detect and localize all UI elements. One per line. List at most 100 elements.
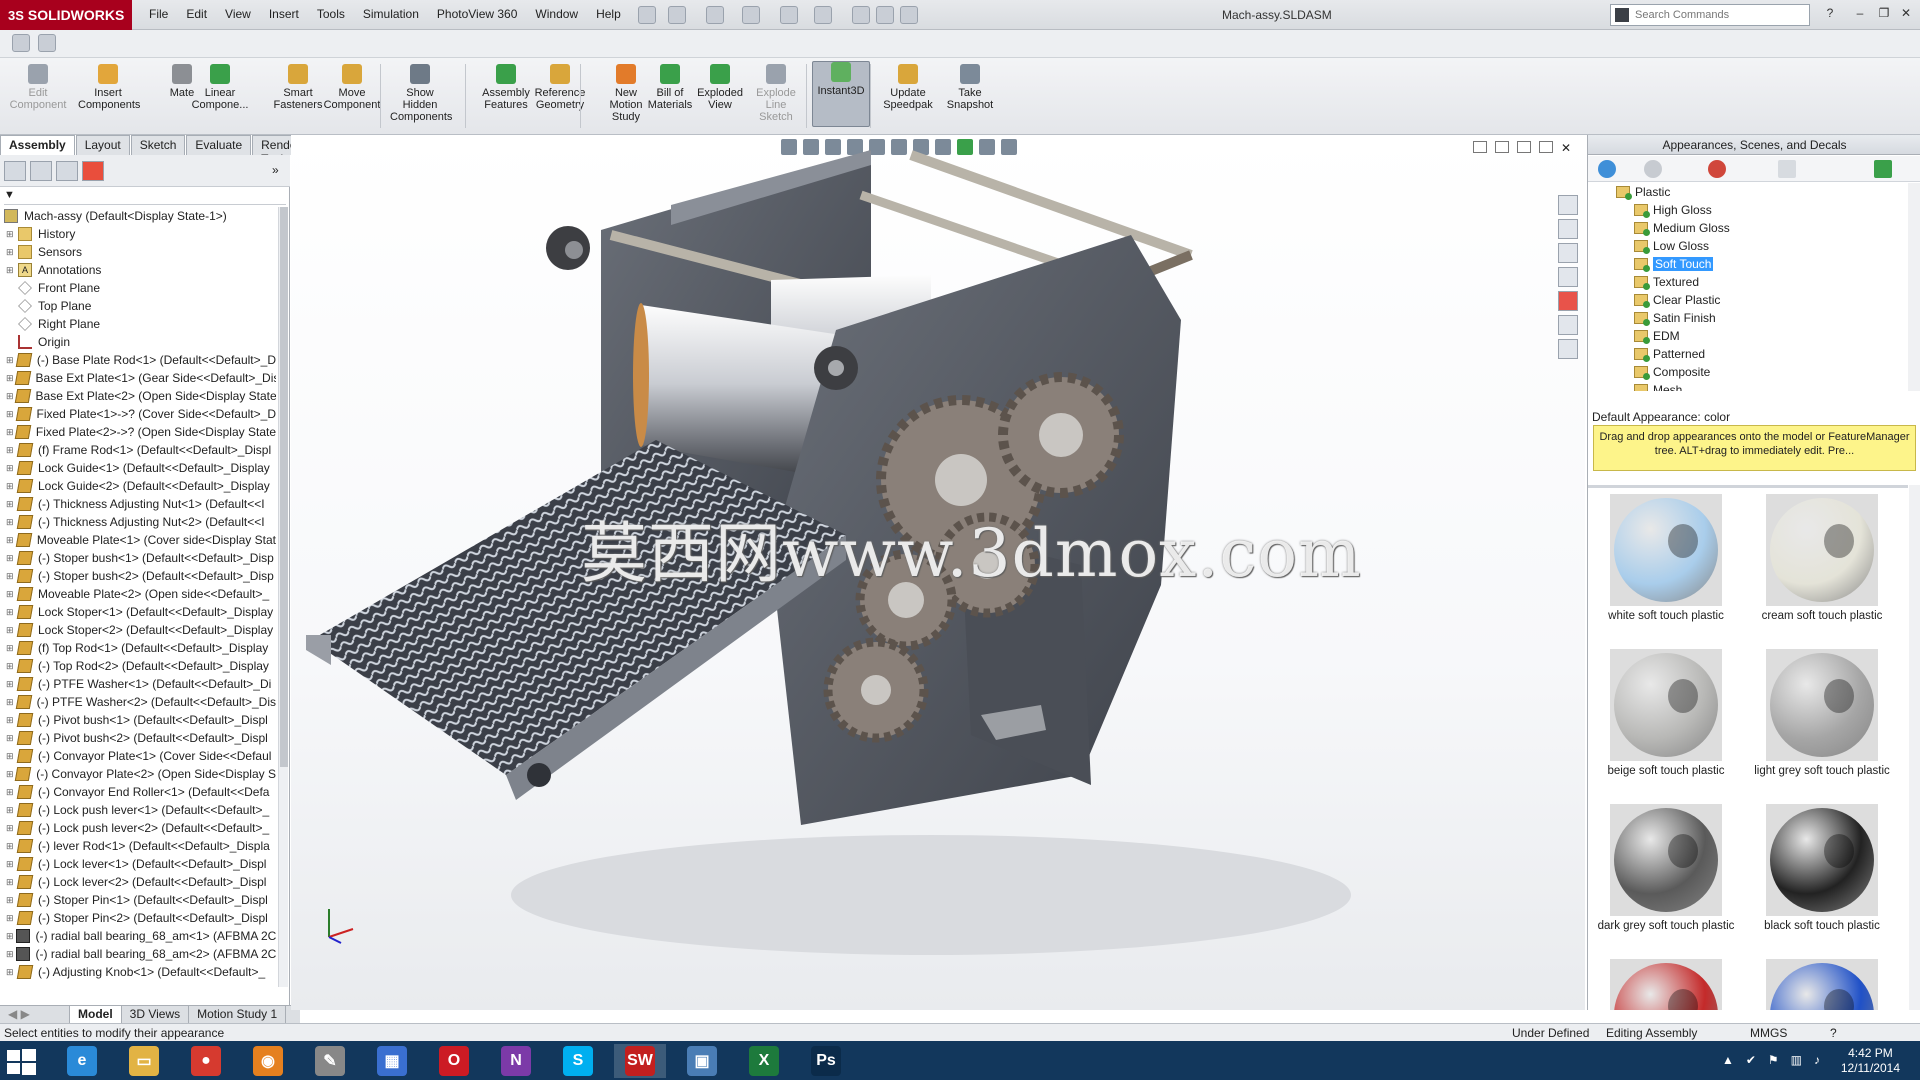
expand-icon[interactable]: ⊞ — [6, 859, 16, 869]
design-library-icon[interactable] — [1558, 219, 1578, 239]
tree-item[interactable]: Front Plane — [0, 279, 276, 297]
close-button[interactable]: ✕ — [1898, 6, 1914, 22]
appearances-filter-icon[interactable] — [1708, 160, 1726, 178]
appearance-swatch[interactable]: beige soft touch plastic — [1591, 643, 1741, 793]
tree-item[interactable]: ⊞ (-) Stoper Pin<2> (Default<<Default>_Di… — [0, 909, 276, 927]
tree-filter[interactable]: ▼ — [4, 189, 286, 205]
tab-3d-views[interactable]: 3D Views — [122, 1006, 190, 1023]
security-icon[interactable]: ✔ — [1746, 1053, 1756, 1067]
menu-file[interactable]: File — [140, 5, 177, 23]
custom-properties-icon[interactable] — [1558, 315, 1578, 335]
expand-icon[interactable]: ⊞ — [6, 553, 16, 563]
select-icon[interactable] — [814, 6, 832, 24]
tree-item[interactable]: ⊞ (-) Adjusting Knob<1> (Default<<Default… — [0, 963, 276, 981]
opera-taskbar-button[interactable]: O — [428, 1044, 480, 1078]
tree-item[interactable]: ⊞ (-) Pivot bush<2> (Default<<Default>_Di… — [0, 729, 276, 747]
tree-item[interactable]: ⊞ (-) radial ball bearing_68_am<2> (AFBMA… — [0, 945, 276, 963]
appearance-swatch[interactable]: light grey soft touch plastic — [1747, 643, 1897, 793]
tree-item[interactable]: Top Plane — [0, 297, 276, 315]
expand-icon[interactable]: ⊞ — [6, 499, 16, 509]
expand-icon[interactable]: ⊞ — [6, 931, 14, 941]
tree-item[interactable]: ⊞ (-) lever Rod<1> (Default<<Default>_Dis… — [0, 837, 276, 855]
expand-icon[interactable]: ⊞ — [6, 571, 16, 581]
expand-icon[interactable]: ⊞ — [6, 481, 16, 491]
back-icon[interactable] — [1598, 160, 1616, 178]
appearance-swatch[interactable] — [1591, 953, 1741, 1010]
units-selector[interactable]: MMGS — [1750, 1026, 1787, 1040]
expand-icon[interactable]: ⊞ — [6, 265, 16, 275]
tree-item[interactable]: ⊞ (f) Top Rod<1> (Default<<Default>_Displ… — [0, 639, 276, 657]
tab-assembly[interactable]: Assembly — [0, 135, 75, 155]
scrollbar-thumb[interactable] — [280, 207, 288, 767]
tree-item[interactable]: ⊞ (-) Convayor Plate<1> (Cover Side<<Defa… — [0, 747, 276, 765]
tree-item-low-gloss[interactable]: Low Gloss — [1588, 237, 1908, 255]
refresh-icon[interactable] — [1874, 160, 1892, 178]
assembly-toolbar-icon[interactable] — [12, 34, 30, 52]
tree-item-high-gloss[interactable]: High Gloss — [1588, 201, 1908, 219]
windows-start-icon[interactable] — [4, 1045, 38, 1077]
tab-scroll-arrows[interactable]: ◀ ▶ — [0, 1006, 70, 1023]
tree-item[interactable]: Origin — [0, 333, 276, 351]
volume-icon[interactable]: ♪ — [1814, 1053, 1820, 1067]
tree-item[interactable]: ⊞ Fixed Plate<2>->? (Open Side<Display St… — [0, 423, 276, 441]
tree-item[interactable]: ⊞ (-) PTFE Washer<2> (Default<<Default>_D… — [0, 693, 276, 711]
menu-photoview-360[interactable]: PhotoView 360 — [428, 5, 527, 23]
appearance-swatch[interactable] — [1747, 953, 1897, 1010]
tree-item[interactable]: ⊞ Fixed Plate<1>->? (Cover Side<<Default>… — [0, 405, 276, 423]
feature-tree-tab-icon[interactable] — [4, 161, 26, 181]
linear-compone-button[interactable]: Linear Compone... — [190, 64, 250, 111]
save-icon[interactable] — [706, 6, 724, 24]
tree-item[interactable]: ⊞ Lock Guide<2> (Default<<Default>_Displa… — [0, 477, 276, 495]
file-explorer-icon[interactable] — [1558, 243, 1578, 263]
expand-icon[interactable]: ⊞ — [6, 373, 14, 383]
menu-view[interactable]: View — [216, 5, 260, 23]
expand-icon[interactable]: ⊞ — [6, 877, 16, 887]
take-snapshot-button[interactable]: Take Snapshot — [940, 64, 1000, 111]
skype-taskbar-button[interactable]: S — [552, 1044, 604, 1078]
tree-item[interactable]: ⊞ (-) Convayor Plate<2> (Open Side<Displa… — [0, 765, 276, 783]
rdp-taskbar-button[interactable]: ▣ — [676, 1044, 728, 1078]
tab-evaluate[interactable]: Evaluate — [186, 135, 252, 155]
tree-item-mesh[interactable]: Mesh — [1588, 381, 1908, 391]
firefox-taskbar-button[interactable]: ◉ — [242, 1044, 294, 1078]
tray-expand-icon[interactable]: ▲ — [1722, 1053, 1734, 1067]
expand-icon[interactable] — [6, 283, 16, 293]
tree-item[interactable]: ⊞ A Annotations — [0, 261, 276, 279]
graphics-area[interactable]: ✕ 莫西网www.3dmox.com — [291, 135, 1585, 1010]
expand-icon[interactable]: ⊞ — [6, 607, 16, 617]
restore-button[interactable]: ❐ — [1876, 6, 1892, 22]
tree-item[interactable]: ⊞ (-) PTFE Washer<1> (Default<<Default>_D… — [0, 675, 276, 693]
expand-icon[interactable]: ⊞ — [6, 247, 16, 257]
expand-icon[interactable]: ⊞ — [6, 697, 15, 707]
chrome-taskbar-button[interactable]: ● — [180, 1044, 232, 1078]
exploded-view-button[interactable]: Exploded View — [690, 64, 750, 111]
expand-icon[interactable] — [6, 337, 16, 347]
expand-icon[interactable]: ⊞ — [6, 787, 16, 797]
view-palette-icon[interactable] — [1558, 267, 1578, 287]
swatch-grid-scrollbar[interactable] — [1909, 485, 1920, 1010]
minimize-button[interactable]: – — [1852, 6, 1868, 22]
print-icon[interactable] — [742, 6, 760, 24]
tree-item[interactable]: ⊞ Base Ext Plate<1> (Gear Side<<Default>_… — [0, 369, 276, 387]
tree-item[interactable]: ⊞ (-) Convayor End Roller<1> (Default<<De… — [0, 783, 276, 801]
menu-edit[interactable]: Edit — [177, 5, 216, 23]
tree-item[interactable]: ⊞ Lock Guide<1> (Default<<Default>_Displa… — [0, 459, 276, 477]
solidworks-taskbar-button[interactable]: SW — [614, 1044, 666, 1078]
expand-icon[interactable]: ⊞ — [6, 535, 15, 545]
tree-item-satin-finish[interactable]: Satin Finish — [1588, 309, 1908, 327]
home-icon[interactable] — [1558, 195, 1578, 215]
appearance-tree-scrollbar[interactable] — [1908, 183, 1920, 391]
edit-component-button[interactable]: Edit Component — [8, 64, 68, 111]
configuration-manager-tab-icon[interactable] — [56, 161, 78, 181]
ie-taskbar-button[interactable]: e — [56, 1044, 108, 1078]
excel-taskbar-button[interactable]: X — [738, 1044, 790, 1078]
tree-scrollbar[interactable] — [278, 207, 288, 987]
tree-item-edm[interactable]: EDM — [1588, 327, 1908, 345]
expand-icon[interactable] — [6, 301, 16, 311]
explorer-taskbar-button[interactable]: ▭ — [118, 1044, 170, 1078]
smart-fasteners-button[interactable]: Smart Fasteners — [268, 64, 328, 111]
tree-item[interactable]: ⊞ (-) Thickness Adjusting Nut<2> (Default… — [0, 513, 276, 531]
expand-icon[interactable]: ⊞ — [6, 715, 16, 725]
add-folder-icon[interactable] — [1778, 160, 1796, 178]
update-speedpak-button[interactable]: Update Speedpak — [878, 64, 938, 111]
